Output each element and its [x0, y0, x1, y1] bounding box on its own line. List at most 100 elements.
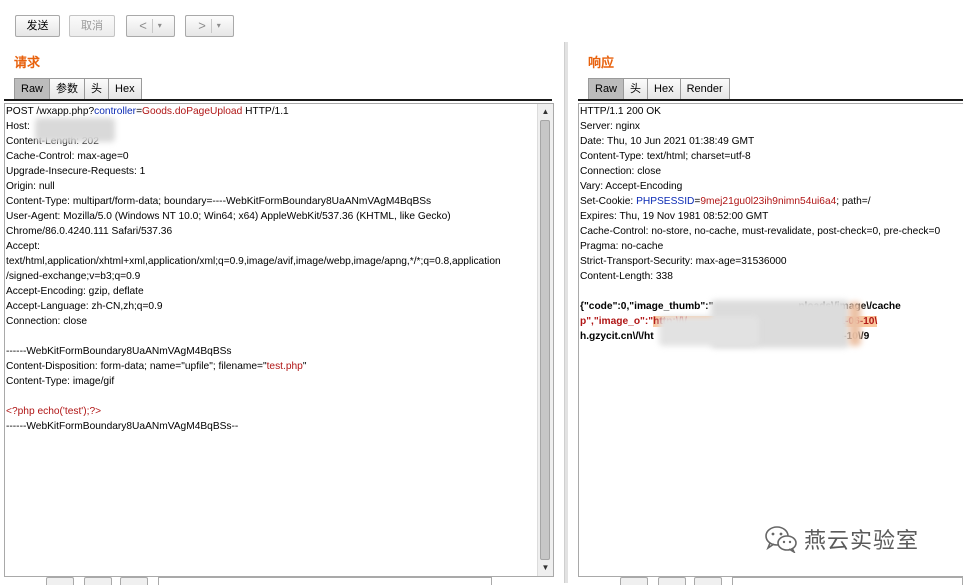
- response-text-segment: PHPSESSID: [636, 196, 695, 207]
- response-line: [580, 284, 940, 299]
- response-line: Content-Type: text/html; charset=utf-8: [580, 149, 940, 164]
- request-text-segment: Chrome/86.0.4240.111 Safari/537.36: [6, 226, 173, 237]
- search-help-button[interactable]: [46, 577, 74, 585]
- redacted-area: [659, 316, 759, 346]
- response-line: Content-Length: 338: [580, 269, 940, 284]
- request-line: ------WebKitFormBoundary8UaANmVAgM4BqBSs…: [6, 419, 501, 434]
- chevron-left-icon: <: [139, 18, 147, 33]
- request-line: Cache-Control: max-age=0: [6, 149, 501, 164]
- request-line: <?php echo('test');?>: [6, 404, 501, 419]
- request-tab-3[interactable]: Hex: [108, 78, 142, 100]
- response-text-segment: Content-Length: 338: [580, 271, 673, 282]
- request-text-segment: HTTP/1.1: [242, 106, 289, 117]
- request-line: Connection: close: [6, 314, 501, 329]
- request-line: Content-Type: multipart/form-data; bound…: [6, 194, 501, 209]
- response-line: Set-Cookie: PHPSESSID=9mej21gu0l23ih9nim…: [580, 194, 940, 209]
- redacted-area: [849, 302, 861, 346]
- request-text-segment: text/html,application/xhtml+xml,applicat…: [6, 256, 501, 267]
- request-scrollbar[interactable]: ▲ ▼: [537, 104, 553, 576]
- response-line: Pragma: no-cache: [580, 239, 940, 254]
- search-input[interactable]: [732, 577, 963, 585]
- response-text-segment: Pragma: no-cache: [580, 241, 664, 252]
- response-line: Date: Thu, 10 Jun 2021 01:38:49 GMT: [580, 134, 940, 149]
- response-text-segment: Expires: Thu, 19 Nov 1981 08:52:00 GMT: [580, 211, 769, 222]
- wechat-icon: [765, 526, 797, 553]
- response-editor[interactable]: HTTP/1.1 200 OK Server: nginx Date: Thu, 1…: [578, 103, 963, 577]
- watermark: 燕云实验室: [764, 523, 919, 555]
- divider: [210, 19, 212, 33]
- response-line: Strict-Transport-Security: max-age=31536…: [580, 254, 940, 269]
- response-tab-0[interactable]: Raw: [588, 78, 625, 100]
- request-line: Upgrade-Insecure-Requests: 1: [6, 164, 501, 179]
- scroll-thumb[interactable]: [540, 120, 550, 560]
- response-tab-3[interactable]: Render: [679, 78, 730, 100]
- response-text-segment: Vary: Accept-Encoding: [580, 181, 683, 192]
- chevron-down-icon[interactable]: ▾: [217, 16, 221, 36]
- response-tab-1[interactable]: 头: [623, 78, 649, 100]
- request-text-segment: /signed-exchange;v=b3;q=0.9: [6, 271, 141, 282]
- request-text-segment: ------WebKitFormBoundary8UaANmVAgM4BqBSs: [6, 346, 232, 357]
- search-prev-button[interactable]: [84, 577, 112, 585]
- request-text-segment: Upgrade-Insecure-Requests: 1: [6, 166, 146, 177]
- request-editor[interactable]: POST /wxapp.php?controller=Goods.doPageU…: [4, 103, 554, 577]
- back-button[interactable]: < ▾: [126, 15, 175, 37]
- scroll-up-icon[interactable]: ▲: [538, 105, 553, 119]
- response-line: Server: nginx: [580, 119, 940, 134]
- response-text-segment: Set-Cookie:: [580, 196, 637, 207]
- response-line: Vary: Accept-Encoding: [580, 179, 940, 194]
- response-text-segment: Connection: close: [580, 166, 661, 177]
- request-text-segment: POST /wxapp.php?: [6, 106, 95, 117]
- request-text-segment: <?php echo('test');?>: [6, 406, 102, 417]
- forward-button[interactable]: > ▾: [185, 15, 234, 37]
- search-prev-button[interactable]: [658, 577, 686, 585]
- send-button[interactable]: 发送: [15, 15, 60, 37]
- panel-splitter[interactable]: [564, 42, 568, 583]
- request-text-segment: Connection: close: [6, 316, 87, 327]
- response-title: 响应: [588, 55, 615, 70]
- response-tab-2[interactable]: Hex: [647, 78, 681, 100]
- request-search-bar: [4, 577, 554, 585]
- request-title: 请求: [14, 55, 41, 70]
- response-text-segment: HTTP/1.1 200 OK: [580, 106, 661, 117]
- response-text-segment: ; path=/: [836, 196, 871, 207]
- request-line: POST /wxapp.php?controller=Goods.doPageU…: [6, 104, 501, 119]
- request-text-segment: controller: [94, 106, 137, 117]
- chevron-down-icon[interactable]: ▾: [158, 16, 162, 36]
- response-text-segment: Server: nginx: [580, 121, 641, 132]
- request-text-segment: Content-Type: multipart/form-data; bound…: [6, 196, 432, 207]
- request-line: Content-Disposition: form-data; name="up…: [6, 359, 501, 374]
- request-text-segment: Origin: null: [6, 181, 55, 192]
- request-text-segment: Goods.doPageUpload: [142, 106, 243, 117]
- chevron-right-icon: >: [198, 18, 206, 33]
- request-tab-underline: [4, 99, 552, 101]
- response-text-segment: Content-Type: text/html; charset=utf-8: [580, 151, 751, 162]
- scroll-down-icon[interactable]: ▼: [538, 561, 553, 575]
- request-line: text/html,application/xhtml+xml,applicat…: [6, 254, 501, 269]
- search-next-button[interactable]: [694, 577, 722, 585]
- response-line: Connection: close: [580, 164, 940, 179]
- search-input[interactable]: [158, 577, 492, 585]
- request-text[interactable]: POST /wxapp.php?controller=Goods.doPageU…: [6, 104, 501, 434]
- request-text-segment: Accept:: [6, 241, 40, 252]
- request-text-segment: Host:: [6, 121, 33, 132]
- response-line: Expires: Thu, 19 Nov 1981 08:52:00 GMT: [580, 209, 940, 224]
- request-line: ------WebKitFormBoundary8UaANmVAgM4BqBSs: [6, 344, 501, 359]
- request-text-segment: Cache-Control: max-age=0: [6, 151, 129, 162]
- request-tab-1[interactable]: 参数: [49, 78, 86, 100]
- search-help-button[interactable]: [620, 577, 648, 585]
- request-text-segment: test.php: [266, 361, 303, 372]
- request-line: [6, 329, 501, 344]
- request-text-segment: User-Agent: Mozilla/5.0 (Windows NT 10.0…: [6, 211, 451, 222]
- search-next-button[interactable]: [120, 577, 148, 585]
- response-text-segment: Strict-Transport-Security: max-age=31536…: [580, 256, 787, 267]
- request-tabs: Raw 参数头 Hex: [14, 78, 142, 100]
- request-text-segment: Content-Type: image/gif: [6, 376, 115, 387]
- request-tab-0[interactable]: Raw: [14, 78, 51, 100]
- request-tab-2[interactable]: 头: [84, 78, 110, 100]
- request-text-segment: Accept-Language: zh-CN,zh;q=0.9: [6, 301, 163, 312]
- cancel-button[interactable]: 取消: [69, 15, 115, 37]
- request-text-segment: Content-Disposition: form-data; name="up…: [6, 361, 267, 372]
- response-search-bar: [578, 577, 963, 585]
- watermark-text: 燕云实验室: [804, 529, 920, 554]
- request-text-segment: Accept-Encoding: gzip, deflate: [6, 286, 144, 297]
